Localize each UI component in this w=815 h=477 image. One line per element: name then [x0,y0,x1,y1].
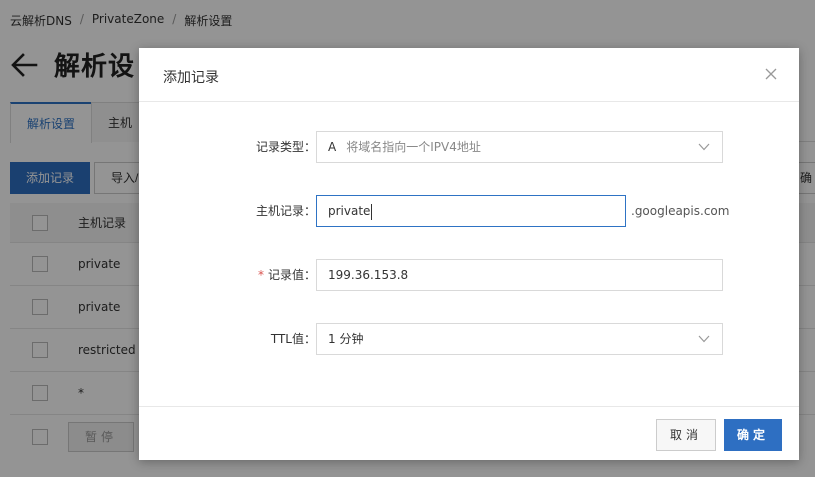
record-type-row: 记录类型： A 将域名指向一个IPV4地址 [139,131,799,163]
confirm-button[interactable]: 确定 [724,419,782,451]
host-record-input[interactable]: private [316,195,626,227]
record-value-label-text: 记录值： [267,268,316,282]
record-type-label: 记录类型： [255,140,316,154]
domain-suffix: .googleapis.com [631,204,730,218]
record-value-value: 199.36.153.8 [328,268,409,282]
chevron-down-icon [698,335,710,343]
required-mark: * [257,268,264,282]
host-record-value: private [328,204,371,218]
text-cursor [371,203,373,220]
close-icon[interactable] [765,68,777,80]
dialog-footer: 取消 确定 [139,406,799,460]
ttl-row: TTL值： 1 分钟 [139,323,799,355]
record-value-label: * 记录值： [258,259,316,291]
chevron-down-icon [698,143,710,151]
record-type-value: A [328,140,337,154]
dialog-header: 添加记录 [139,48,799,102]
host-record-row: 主机记录： private .googleapis.com [139,195,799,227]
record-type-select[interactable]: A 将域名指向一个IPV4地址 [316,131,723,163]
dialog-title: 添加记录 [163,70,219,86]
cancel-button[interactable]: 取消 [656,419,716,451]
record-value-row: * 记录值： 199.36.153.8 [139,259,799,291]
add-record-dialog: 添加记录 记录类型： A 将域名指向一个IPV4地址 主机记录： private … [139,48,799,460]
record-value-input[interactable]: 199.36.153.8 [316,259,723,291]
ttl-label: TTL值： [270,332,316,346]
ttl-select[interactable]: 1 分钟 [316,323,723,355]
ttl-value: 1 分钟 [328,332,364,346]
host-record-label: 主机记录： [255,204,316,218]
record-type-hint: 将域名指向一个IPV4地址 [346,140,481,154]
